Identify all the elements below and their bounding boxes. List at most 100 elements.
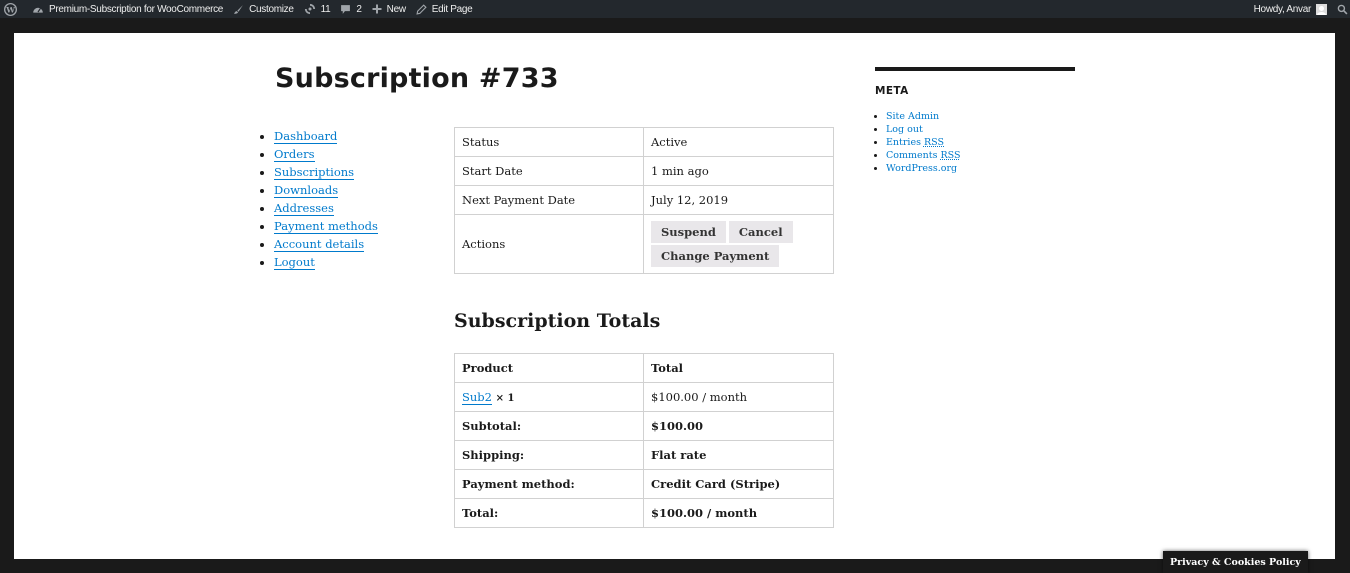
nav-link-logout[interactable]: Logout (274, 255, 315, 270)
avatar (1316, 3, 1327, 15)
nav-link-addresses[interactable]: Addresses (274, 201, 334, 216)
subtotal-value: $100.00 (643, 411, 834, 441)
wordpress-logo-button[interactable]: W (0, 0, 27, 18)
updates-count: 11 (320, 3, 331, 15)
customize-label: Customize (249, 3, 294, 15)
suspend-button[interactable]: Suspend (651, 221, 726, 243)
comments-rss-link[interactable]: Comments RSS (886, 150, 961, 161)
payment-method-label: Payment method: (454, 469, 644, 499)
actions-label: Actions (454, 214, 644, 274)
comment-icon (340, 4, 351, 15)
start-date-label: Start Date (454, 156, 644, 186)
total-header: Total (643, 353, 834, 383)
comments-link[interactable]: 2 (335, 0, 366, 18)
account-navigation: Dashboard Orders Subscriptions Downloads… (261, 127, 378, 271)
change-payment-button[interactable]: Change Payment (651, 245, 780, 267)
comments-label: Comments (886, 150, 938, 161)
total-value: $100.00 / month (643, 498, 834, 528)
log-out-link[interactable]: Log out (886, 124, 923, 135)
product-link[interactable]: Sub2 (462, 390, 492, 405)
nav-link-payment-methods[interactable]: Payment methods (274, 219, 378, 234)
customize-link[interactable]: Customize (228, 0, 299, 18)
comments-count: 2 (356, 3, 362, 15)
entries-rss-link[interactable]: Entries RSS (886, 137, 944, 148)
nav-link-orders[interactable]: Orders (274, 147, 315, 162)
table-row: Shipping: Flat rate (454, 440, 834, 470)
new-label: New (386, 3, 406, 15)
nav-item-addresses: Addresses (274, 199, 378, 217)
svg-text:W: W (5, 5, 15, 14)
new-content-link[interactable]: New (367, 0, 411, 18)
plus-icon (372, 4, 382, 14)
total-label: Total: (454, 498, 644, 528)
updates-icon (304, 3, 316, 15)
search-icon (1337, 4, 1348, 15)
rss-abbr: RSS (923, 137, 944, 148)
dashboard-icon (32, 4, 44, 14)
privacy-cookies-policy-button[interactable]: Privacy & Cookies Policy (1163, 551, 1308, 573)
nav-item-orders: Orders (274, 145, 378, 163)
howdy-text: Howdy, Anvar (1253, 3, 1312, 15)
list-item: Site Admin (886, 110, 1075, 123)
entries-label: Entries (886, 137, 921, 148)
subscription-details-table: Status Active Start Date 1 min ago Next … (454, 127, 834, 274)
site-name-link[interactable]: Premium-Subscription for WooCommerce (27, 0, 228, 18)
next-payment-value: July 12, 2019 (643, 185, 834, 215)
product-header: Product (454, 353, 644, 383)
site-admin-link[interactable]: Site Admin (886, 111, 939, 122)
status-value: Active (643, 127, 834, 157)
search-button[interactable] (1332, 0, 1350, 18)
meta-widget: META Site Admin Log out Entries RSS Comm… (875, 67, 1075, 175)
nav-link-subscriptions[interactable]: Subscriptions (274, 165, 355, 180)
edit-page-link[interactable]: Edit Page (411, 0, 478, 18)
shipping-value: Flat rate (643, 440, 834, 470)
product-quantity: × 1 (495, 393, 515, 404)
status-label: Status (454, 127, 644, 157)
wordpress-logo-icon: W (4, 2, 17, 16)
page-content: Subscription #733 Dashboard Orders Subsc… (14, 33, 1335, 559)
payment-method-value: Credit Card (Stripe) (643, 469, 834, 499)
list-item: Comments RSS (886, 149, 1075, 162)
shipping-label: Shipping: (454, 440, 644, 470)
table-row: Start Date 1 min ago (454, 156, 834, 186)
nav-item-payment-methods: Payment methods (274, 217, 378, 235)
page-title: Subscription #733 (275, 63, 559, 94)
wordpress-org-link[interactable]: WordPress.org (886, 163, 957, 174)
site-name: Premium-Subscription for WooCommerce (49, 3, 224, 15)
nav-link-account-details[interactable]: Account details (274, 237, 365, 252)
nav-link-downloads[interactable]: Downloads (274, 183, 339, 198)
table-row: Payment method: Credit Card (Stripe) (454, 469, 834, 499)
meta-links: Site Admin Log out Entries RSS Comments … (875, 110, 1075, 175)
table-row: Actions Suspend Cancel Change Payment (454, 214, 834, 274)
table-header-row: Product Total (454, 353, 834, 383)
next-payment-label: Next Payment Date (454, 185, 644, 215)
admin-bar: W Premium-Subscription for WooCommerce C… (0, 0, 1350, 18)
nav-item-logout: Logout (274, 253, 378, 271)
nav-link-dashboard[interactable]: Dashboard (274, 129, 338, 144)
meta-widget-title: META (875, 85, 909, 97)
product-total: $100.00 / month (643, 382, 834, 412)
subscription-totals-table: Product Total Sub2 × 1 $100.00 / month S… (454, 353, 834, 528)
edit-page-label: Edit Page (431, 3, 473, 15)
paintbrush-icon (233, 4, 244, 15)
table-row: Total: $100.00 / month (454, 498, 834, 528)
product-cell: Sub2 × 1 (454, 382, 644, 412)
my-account-link[interactable]: Howdy, Anvar (1249, 0, 1332, 18)
actions-cell: Suspend Cancel Change Payment (643, 214, 834, 274)
nav-item-account-details: Account details (274, 235, 378, 253)
list-item: Entries RSS (886, 136, 1075, 149)
table-row: Subtotal: $100.00 (454, 411, 834, 441)
start-date-value: 1 min ago (643, 156, 834, 186)
cancel-button[interactable]: Cancel (728, 221, 793, 243)
list-item: WordPress.org (886, 162, 1075, 175)
list-item: Log out (886, 123, 1075, 136)
table-row: Sub2 × 1 $100.00 / month (454, 382, 834, 412)
totals-heading: Subscription Totals (454, 310, 661, 332)
pencil-icon (416, 3, 427, 15)
updates-link[interactable]: 11 (299, 0, 336, 18)
nav-item-subscriptions: Subscriptions (274, 163, 378, 181)
nav-item-dashboard: Dashboard (274, 127, 378, 145)
table-row: Next Payment Date July 12, 2019 (454, 185, 834, 215)
rss-abbr: RSS (940, 150, 961, 161)
subtotal-label: Subtotal: (454, 411, 644, 441)
